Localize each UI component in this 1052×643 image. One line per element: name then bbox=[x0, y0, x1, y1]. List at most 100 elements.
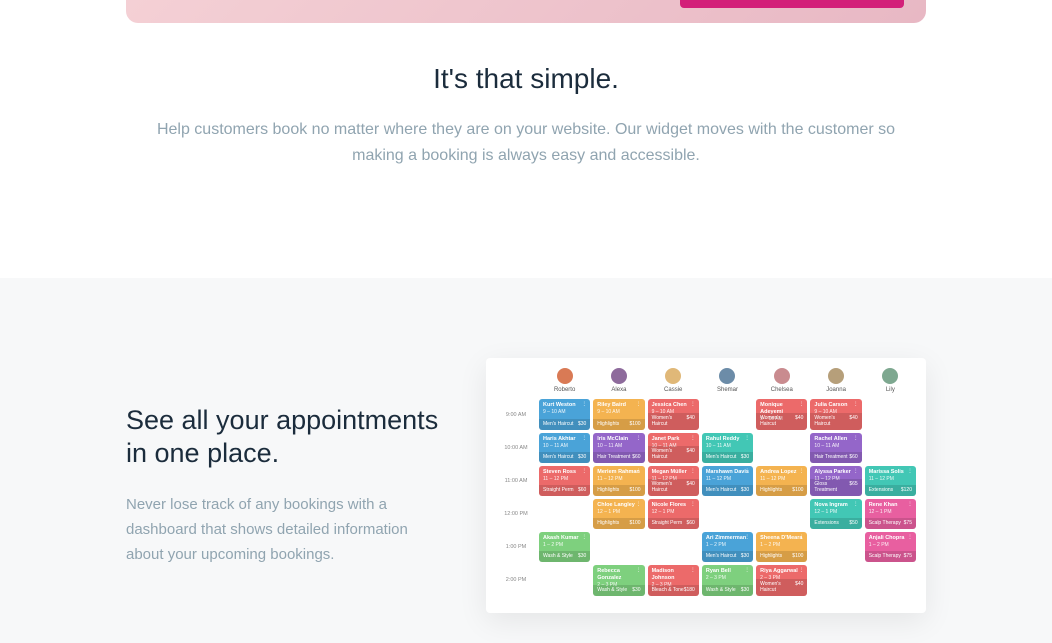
kebab-icon[interactable]: ⋮ bbox=[744, 435, 750, 443]
kebab-icon[interactable]: ⋮ bbox=[798, 468, 804, 476]
appointment-price: $100 bbox=[792, 553, 803, 560]
kebab-icon[interactable]: ⋮ bbox=[907, 468, 913, 476]
kebab-icon[interactable]: ⋮ bbox=[581, 534, 587, 542]
appointment-card[interactable]: ⋮Jessica Chen9 – 10 AMWomen's Haircut$40 bbox=[648, 399, 699, 430]
appointment-client-name: Riya Aggarwal bbox=[760, 568, 803, 575]
appointment-card[interactable]: ⋮Ari Zimmerman1 – 2 PMMen's Haircut$30 bbox=[702, 532, 753, 562]
appointment-service: Men's Haircut bbox=[706, 454, 736, 461]
calendar-time-row: 9:00 AM⋮Kurt Weston9 – 10 AMMen's Haircu… bbox=[496, 399, 916, 430]
staff-name-label: Shemar bbox=[702, 387, 753, 393]
appointment-client-name: Marissa Solis bbox=[869, 469, 912, 476]
appointment-footer: Wash & Style$30 bbox=[539, 551, 590, 562]
kebab-icon[interactable]: ⋮ bbox=[581, 435, 587, 443]
appointment-price: $50 bbox=[849, 520, 857, 527]
appointment-time: 11 – 12 PM bbox=[706, 476, 749, 483]
appointment-time: 1 – 2 PM bbox=[869, 542, 912, 549]
section1-body: Help customers book no matter where they… bbox=[146, 117, 906, 168]
appointment-service: Gloss Treatment bbox=[814, 481, 849, 494]
calendar-time-row: 1:00 PM⋮Akash Kumar1 – 2 PMWash & Style$… bbox=[496, 532, 916, 562]
kebab-icon[interactable]: ⋮ bbox=[744, 468, 750, 476]
appointment-price: $30 bbox=[741, 587, 749, 594]
appointment-card[interactable]: ⋮Haris Akhtar10 – 11 AMMen's Haircut$30 bbox=[539, 433, 590, 463]
appointment-card[interactable]: ⋮Ryan Bell2 – 3 PMWash & Style$30 bbox=[702, 565, 753, 596]
appointment-card[interactable]: ⋮Alyssa Parker11 – 12 PMGloss Treatment$… bbox=[810, 466, 861, 496]
appointment-client-name: Kurt Weston bbox=[543, 402, 586, 409]
appointment-footer: Men's Haircut$30 bbox=[702, 551, 753, 562]
kebab-icon[interactable]: ⋮ bbox=[853, 468, 859, 476]
kebab-icon[interactable]: ⋮ bbox=[690, 401, 696, 409]
appointment-card[interactable]: ⋮Riley Baird9 – 10 AMHighlights$100 bbox=[593, 399, 644, 430]
kebab-icon[interactable]: ⋮ bbox=[798, 401, 804, 409]
appointment-client-name: Jessica Chen bbox=[652, 402, 695, 409]
appointment-service: Women's Haircut bbox=[652, 448, 687, 461]
kebab-icon[interactable]: ⋮ bbox=[636, 501, 642, 509]
appointment-card[interactable]: ⋮Marissa Solis11 – 12 PMExtensions$120 bbox=[865, 466, 916, 496]
kebab-icon[interactable]: ⋮ bbox=[636, 435, 642, 443]
staff-name-label: Cassie bbox=[648, 387, 699, 393]
appointment-footer: Highlights$100 bbox=[593, 485, 644, 496]
appointment-card[interactable]: ⋮Riya Aggarwal2 – 3 PMWomen's Haircut$40 bbox=[756, 565, 807, 596]
appointment-card[interactable]: ⋮Madison Johnson2 – 3 PMBleach & Tone$18… bbox=[648, 565, 699, 596]
empty-slot bbox=[593, 532, 644, 562]
empty-slot bbox=[865, 565, 916, 596]
appointment-card[interactable]: ⋮Andrea Lopez11 – 12 PMHighlights$100 bbox=[756, 466, 807, 496]
kebab-icon[interactable]: ⋮ bbox=[581, 401, 587, 409]
appointment-card[interactable]: ⋮Nicole Flores12 – 1 PMStraight Perm$60 bbox=[648, 499, 699, 529]
appointment-client-name: Rebecca Gonzalez bbox=[597, 568, 640, 582]
appointment-footer: Men's Haircut$30 bbox=[702, 452, 753, 463]
appointment-footer: Men's Haircut$30 bbox=[702, 485, 753, 496]
appointment-card[interactable]: ⋮Iris McClain10 – 11 AMHair Treatment$60 bbox=[593, 433, 644, 463]
appointment-card[interactable]: ⋮Chloe Langley12 – 1 PMHighlights$100 bbox=[593, 499, 644, 529]
kebab-icon[interactable]: ⋮ bbox=[853, 435, 859, 443]
appointment-time: 12 – 1 PM bbox=[597, 509, 640, 516]
kebab-icon[interactable]: ⋮ bbox=[853, 501, 859, 509]
appointment-time: 10 – 11 AM bbox=[543, 443, 586, 450]
appointment-card[interactable]: ⋮Megan Müller11 – 12 PMWomen's Haircut$4… bbox=[648, 466, 699, 496]
kebab-icon[interactable]: ⋮ bbox=[907, 501, 913, 509]
appointment-card[interactable]: ⋮Julia Carson9 – 10 AMWomen's Haircut$40 bbox=[810, 399, 861, 430]
appointment-card[interactable]: ⋮Steven Ross11 – 12 PMStraight Perm$60 bbox=[539, 466, 590, 496]
appointment-card[interactable]: ⋮Kurt Weston9 – 10 AMMen's Haircut$30 bbox=[539, 399, 590, 430]
appointment-footer: Women's Haircut$40 bbox=[648, 413, 699, 430]
appointment-card[interactable]: ⋮Rachel Allen10 – 11 AMHair Treatment$60 bbox=[810, 433, 861, 463]
kebab-icon[interactable]: ⋮ bbox=[690, 567, 696, 575]
kebab-icon[interactable]: ⋮ bbox=[690, 501, 696, 509]
appointment-card[interactable]: ⋮Marshawn Davis11 – 12 PMMen's Haircut$3… bbox=[702, 466, 753, 496]
kebab-icon[interactable]: ⋮ bbox=[690, 435, 696, 443]
appointment-price: $100 bbox=[792, 487, 803, 494]
appointment-footer: Extensions$120 bbox=[865, 485, 916, 496]
appointment-price: $75 bbox=[904, 520, 912, 527]
kebab-icon[interactable]: ⋮ bbox=[636, 401, 642, 409]
appointment-card[interactable]: ⋮Meriem Rahman11 – 12 PMHighlights$100 bbox=[593, 466, 644, 496]
kebab-icon[interactable]: ⋮ bbox=[636, 567, 642, 575]
appointment-card[interactable]: ⋮Nova Ingram12 – 1 PMExtensions$50 bbox=[810, 499, 861, 529]
appointment-client-name: Haris Akhtar bbox=[543, 436, 586, 443]
kebab-icon[interactable]: ⋮ bbox=[907, 534, 913, 542]
appointments-section: See all your appointments in one place. … bbox=[0, 278, 1052, 643]
appointment-card[interactable]: ⋮Rahul Reddy10 – 11 AMMen's Haircut$30 bbox=[702, 433, 753, 463]
appointment-card[interactable]: ⋮Monique Adeyemi9 – 10 AMWomen's Haircut… bbox=[756, 399, 807, 430]
kebab-icon[interactable]: ⋮ bbox=[744, 534, 750, 542]
appointment-card[interactable]: ⋮Janet Park10 – 11 AMWomen's Haircut$40 bbox=[648, 433, 699, 463]
appointment-card[interactable]: ⋮Anjali Chopra1 – 2 PMScalp Therapy$75 bbox=[865, 532, 916, 562]
appointment-time: 11 – 12 PM bbox=[760, 476, 803, 483]
appointment-card[interactable]: ⋮Sheena D'Meara1 – 2 PMHighlights$100 bbox=[756, 532, 807, 562]
appointment-client-name: Iris McClain bbox=[597, 436, 640, 443]
kebab-icon[interactable]: ⋮ bbox=[798, 534, 804, 542]
kebab-icon[interactable]: ⋮ bbox=[853, 401, 859, 409]
kebab-icon[interactable]: ⋮ bbox=[690, 468, 696, 476]
appointment-card[interactable]: ⋮Rene Khan12 – 1 PMScalp Therapy$75 bbox=[865, 499, 916, 529]
appointment-price: $65 bbox=[849, 481, 857, 494]
appointment-card[interactable]: ⋮Rebecca Gonzalez2 – 3 PMWash & Style$30 bbox=[593, 565, 644, 596]
appointment-client-name: Julia Carson bbox=[814, 402, 857, 409]
appointment-time: 1 – 2 PM bbox=[706, 542, 749, 549]
appointment-footer: Women's Haircut$40 bbox=[648, 479, 699, 496]
appointment-footer: Gloss Treatment$65 bbox=[810, 479, 861, 496]
kebab-icon[interactable]: ⋮ bbox=[744, 567, 750, 575]
appointment-time: 1 – 2 PM bbox=[760, 542, 803, 549]
appointment-card[interactable]: ⋮Akash Kumar1 – 2 PMWash & Style$30 bbox=[539, 532, 590, 562]
appointment-time: 1 – 2 PM bbox=[543, 542, 586, 549]
kebab-icon[interactable]: ⋮ bbox=[798, 567, 804, 575]
kebab-icon[interactable]: ⋮ bbox=[581, 468, 587, 476]
kebab-icon[interactable]: ⋮ bbox=[636, 468, 642, 476]
